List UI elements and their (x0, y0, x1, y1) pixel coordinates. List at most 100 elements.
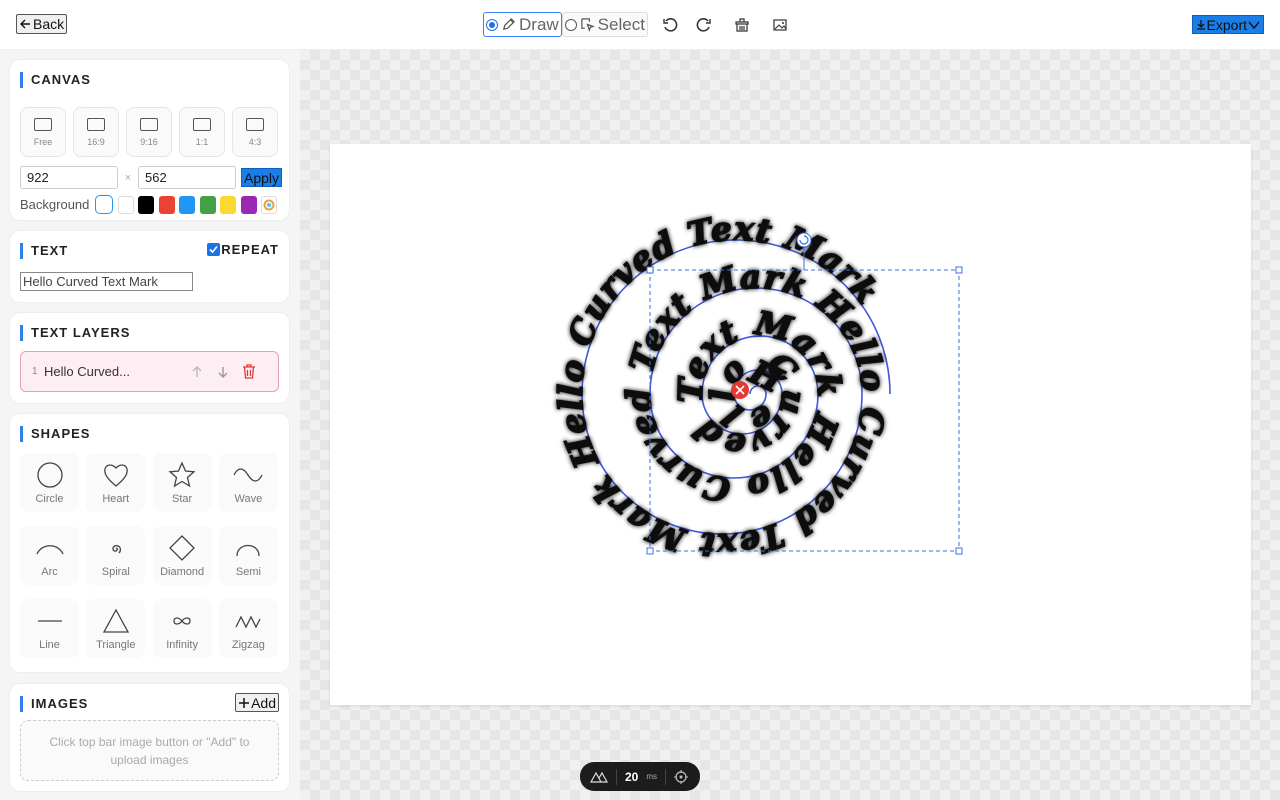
redo-icon[interactable] (693, 14, 715, 36)
ratio-1-1[interactable]: 1:1 (179, 107, 225, 157)
perf-unit: ms (646, 772, 658, 781)
triangle-icon (102, 608, 129, 633)
canvas-panel: CANVAS Free 16:9 9:16 1:1 4:3 × Apply Ba… (10, 60, 289, 220)
delete-handle-icon[interactable] (731, 381, 749, 399)
select-radio[interactable] (564, 18, 577, 31)
resize-handle-tl[interactable] (646, 266, 654, 274)
shape-spiral[interactable]: Spiral (86, 526, 146, 585)
ratio-label: 16:9 (87, 136, 105, 147)
star-icon (168, 460, 196, 487)
mode-toggle: Draw Select (483, 12, 648, 37)
shape-semi[interactable]: Semi (218, 526, 278, 585)
shape-zigzag[interactable]: Zigzag (218, 599, 278, 658)
text-layers-title: TEXT LAYERS (20, 325, 130, 341)
shape-triangle[interactable]: Triangle (86, 599, 146, 658)
shape-label: Semi (235, 565, 261, 578)
shape-label: Infinity (166, 638, 198, 651)
swatch-purple[interactable] (240, 195, 257, 214)
text-content-input[interactable] (20, 272, 193, 291)
semicircle-icon (236, 544, 261, 556)
shape-label: Heart (102, 492, 130, 505)
shape-line[interactable]: Line (20, 599, 79, 658)
text-layers-panel: TEXT LAYERS 1 Hello Curved... (10, 313, 289, 403)
layer-item[interactable]: 1 Hello Curved... (20, 351, 279, 392)
ratio-free[interactable]: Free (20, 107, 66, 157)
pencil-icon (502, 18, 515, 31)
arrow-down-icon[interactable] (210, 365, 236, 379)
divider (616, 768, 617, 785)
canvas-title: CANVAS (20, 72, 91, 88)
resize-handle-br[interactable] (955, 547, 963, 555)
add-image-button[interactable]: Add (235, 693, 279, 712)
draw-label: Draw (519, 14, 559, 34)
text-title: TEXT (20, 243, 68, 259)
nuxt-logo-icon (590, 771, 608, 783)
ratio-options: Free 16:9 9:16 1:1 4:3 (20, 107, 278, 157)
arrow-up-icon[interactable] (184, 365, 210, 379)
swatch-red[interactable] (158, 195, 175, 214)
shape-label: Wave (234, 492, 263, 505)
shape-wave[interactable]: Wave (218, 453, 278, 512)
diamond-icon (169, 534, 196, 561)
image-drop-zone[interactable]: Click top bar image button or "Add" to u… (20, 720, 279, 781)
shape-diamond[interactable]: Diamond (152, 526, 212, 585)
shape-label: Spiral (101, 565, 130, 578)
check-icon (209, 245, 218, 254)
mode-draw[interactable]: Draw (483, 12, 562, 37)
swatch-black[interactable] (138, 195, 155, 214)
drawing-canvas[interactable]: Hello Curved Text Mark Hello Curved Text… (330, 144, 1251, 705)
width-input[interactable] (20, 166, 118, 189)
export-label: Export (1206, 16, 1247, 33)
clear-icon[interactable] (731, 14, 753, 36)
swatch-blue[interactable] (179, 195, 196, 214)
draw-radio[interactable] (486, 18, 498, 31)
shape-label: Line (39, 638, 60, 651)
rotate-handle-icon[interactable] (796, 232, 812, 248)
repeat-toggle[interactable]: REPEAT (207, 242, 279, 257)
ratio-rect-icon (246, 117, 264, 131)
shape-circle[interactable]: Circle (20, 453, 79, 512)
ratio-rect-icon (87, 117, 105, 131)
shape-label: Star (172, 492, 193, 505)
color-picker-icon[interactable] (261, 195, 278, 214)
shapes-title: SHAPES (20, 426, 90, 442)
mode-select[interactable]: Select (561, 12, 648, 37)
swatch-transparent[interactable] (95, 195, 114, 214)
export-button[interactable]: Export (1191, 15, 1264, 34)
shape-infinity[interactable]: Infinity (152, 599, 212, 658)
curved-text-artwork[interactable]: Hello Curved Text Mark Hello Curved Text… (330, 144, 1251, 705)
top-bar: Back Draw Select Export (0, 0, 1280, 50)
ratio-label: 9:16 (140, 136, 158, 147)
shape-heart[interactable]: Heart (86, 453, 146, 512)
resize-handle-bl[interactable] (646, 547, 654, 555)
background-label: Background (20, 197, 90, 212)
target-icon[interactable] (674, 769, 689, 784)
background-row: Background (20, 195, 282, 214)
resize-handle-tr[interactable] (955, 266, 963, 274)
repeat-label: REPEAT (221, 242, 279, 257)
circle-icon (36, 461, 63, 488)
ratio-label: Free (33, 136, 53, 147)
arc-icon (35, 544, 64, 554)
shape-star[interactable]: Star (152, 453, 212, 512)
undo-icon[interactable] (659, 14, 681, 36)
repeat-checkbox[interactable] (207, 243, 221, 256)
shape-label: Arc (41, 565, 58, 578)
ratio-rect-icon (193, 117, 211, 131)
apply-button[interactable]: Apply (241, 168, 283, 187)
back-button[interactable]: Back (16, 14, 68, 34)
swatch-green[interactable] (199, 195, 216, 214)
times-sign: × (124, 171, 132, 184)
height-input[interactable] (138, 166, 236, 189)
swatch-white[interactable] (117, 195, 134, 214)
swatch-yellow[interactable] (220, 195, 237, 214)
trash-icon[interactable] (236, 364, 262, 379)
text-panel: TEXT REPEAT (10, 231, 289, 302)
ratio-16-9[interactable]: 16:9 (73, 107, 119, 157)
ratio-4-3[interactable]: 4:3 (232, 107, 278, 157)
images-title: IMAGES (20, 696, 88, 712)
image-icon[interactable] (769, 14, 791, 36)
shape-arc[interactable]: Arc (20, 526, 79, 585)
ratio-label: 4:3 (248, 136, 262, 147)
ratio-9-16[interactable]: 9:16 (126, 107, 172, 157)
